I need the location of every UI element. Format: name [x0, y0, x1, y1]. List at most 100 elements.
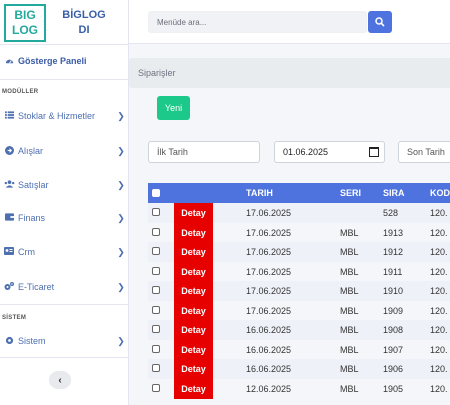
logo-line-1: BIG: [14, 8, 36, 22]
chevron-left-icon: ‹: [58, 374, 62, 386]
row-checkbox[interactable]: [152, 305, 160, 314]
detail-button[interactable]: Detay: [174, 222, 213, 243]
cell-code: 120.: [430, 247, 448, 257]
sidebar-item-finance[interactable]: Finans ❯: [0, 209, 128, 227]
cell-number: 1905: [383, 383, 404, 394]
select-all-checkbox[interactable]: [152, 189, 160, 197]
detail-button[interactable]: Detay: [174, 300, 213, 321]
date-value: 01.06.2025: [283, 147, 329, 157]
cell-date: 16.06.2025: [246, 364, 292, 374]
row-checkbox[interactable]: [152, 286, 160, 294]
cell-code: 120.: [430, 383, 448, 394]
chevron-right-icon: ❯: [117, 212, 125, 223]
cell-number: 1908: [383, 325, 404, 335]
cell-date: 12.06.2025: [246, 383, 292, 394]
sidebar-item-system[interactable]: Sistem ❯: [0, 332, 128, 350]
detail-button[interactable]: Detay: [174, 378, 213, 399]
search-icon: [375, 17, 385, 27]
cell-code: 120.: [430, 364, 448, 374]
search-button[interactable]: [368, 11, 392, 33]
row-checkbox[interactable]: [152, 247, 160, 255]
cell-code: 120.: [430, 227, 448, 238]
cell-date: 17.06.2025: [246, 286, 292, 296]
table-row: Detay 17.06.2025 MBL 1909 120.: [148, 300, 450, 321]
cell-code: 120.: [430, 305, 448, 316]
cell-series: MBL: [340, 247, 359, 257]
column-header-date[interactable]: TARIH: [246, 188, 273, 198]
detail-button[interactable]: Detay: [174, 359, 213, 379]
arrow-circle-icon: [0, 145, 16, 157]
table-row: Detay 17.06.2025 MBL 1912 120.: [148, 242, 450, 262]
section-heading-system: SİSTEM: [2, 315, 27, 321]
cell-series: MBL: [340, 383, 359, 394]
chevron-right-icon: ❯: [117, 246, 125, 257]
users-icon: [0, 180, 16, 190]
detail-button[interactable]: Detay: [174, 261, 213, 282]
row-checkbox[interactable]: [152, 208, 160, 216]
sidebar-item-stocks[interactable]: Stoklar & Hizmetler ❯: [0, 107, 128, 125]
sidebar-item-sales[interactable]: Satışlar ❯: [0, 176, 128, 194]
sidebar-collapse-button[interactable]: ‹: [49, 371, 71, 389]
cell-date: 17.06.2025: [246, 247, 292, 257]
new-button[interactable]: Yeni: [157, 96, 190, 120]
row-checkbox[interactable]: [152, 364, 160, 372]
logo-line-2: LOG: [12, 23, 38, 37]
cell-series: MBL: [340, 344, 359, 355]
detail-button[interactable]: Detay: [174, 281, 213, 301]
column-header-code[interactable]: KOD: [430, 188, 450, 198]
chevron-right-icon: ❯: [117, 335, 125, 346]
row-checkbox[interactable]: [152, 344, 160, 353]
row-checkbox[interactable]: [152, 266, 160, 275]
topbar: Menüde ara...: [129, 0, 450, 44]
sidebar-item-dashboard[interactable]: Gösterge Paneli: [0, 52, 128, 70]
cell-series: MBL: [340, 325, 359, 335]
chevron-right-icon: ❯: [117, 110, 125, 121]
chevron-right-icon: ❯: [117, 281, 125, 292]
date-input[interactable]: 01.06.2025: [274, 141, 385, 163]
cell-series: MBL: [340, 266, 359, 277]
row-checkbox[interactable]: [152, 227, 160, 236]
gear-icon: [0, 336, 16, 347]
sidebar-item-purchases[interactable]: Alışlar ❯: [0, 142, 128, 160]
column-header-series[interactable]: SERI: [340, 188, 361, 198]
cell-number: 1911: [383, 266, 403, 277]
brand-line-1: BİGLOG: [62, 9, 106, 21]
detail-button[interactable]: Detay: [174, 320, 213, 340]
chevron-right-icon: ❯: [117, 145, 125, 156]
id-card-icon: [0, 247, 16, 257]
cell-code: 120.: [430, 344, 448, 355]
cell-code: 120.: [430, 325, 448, 335]
cell-number: 1909: [383, 305, 404, 316]
cell-date: 17.06.2025: [246, 305, 292, 316]
sidebar-item-ecommerce[interactable]: E-Ticaret ❯: [0, 278, 128, 296]
divider: [0, 357, 128, 358]
chevron-right-icon: ❯: [117, 179, 125, 190]
row-checkbox[interactable]: [152, 383, 160, 392]
sidebar-item-crm[interactable]: Crm ❯: [0, 243, 128, 261]
sidebar-item-label: Finans: [18, 213, 46, 223]
end-date-input[interactable]: Son Tarih: [398, 141, 450, 163]
start-date-input[interactable]: İlk Tarih: [148, 141, 260, 163]
search-input[interactable]: Menüde ara...: [148, 11, 367, 33]
divider: [0, 304, 128, 305]
row-checkbox[interactable]: [152, 325, 160, 333]
sidebar-item-label: Alışlar: [18, 146, 44, 156]
detail-button[interactable]: Detay: [174, 203, 213, 223]
new-button-label: Yeni: [164, 103, 183, 113]
column-header-number[interactable]: SIRA: [383, 188, 405, 198]
divider: [0, 79, 128, 80]
cell-date: 17.06.2025: [246, 227, 292, 238]
brand-name[interactable]: BİGLOG DI: [54, 8, 114, 38]
cell-date: 16.06.2025: [246, 344, 292, 355]
detail-button[interactable]: Detay: [174, 242, 213, 262]
cell-date: 17.06.2025: [246, 208, 292, 218]
calendar-icon[interactable]: [369, 147, 379, 157]
search-placeholder: Menüde ara...: [157, 18, 207, 27]
cell-number: 1907: [383, 344, 404, 355]
biglog-logo[interactable]: BIG LOG: [4, 4, 46, 42]
table-row: Detay 16.06.2025 MBL 1907 120.: [148, 339, 450, 360]
brand-line-2: DI: [78, 24, 90, 36]
table-row: Detay 17.06.2025 528 120.: [148, 203, 450, 223]
detail-button[interactable]: Detay: [174, 339, 213, 360]
page-title: Siparişler: [138, 68, 176, 78]
